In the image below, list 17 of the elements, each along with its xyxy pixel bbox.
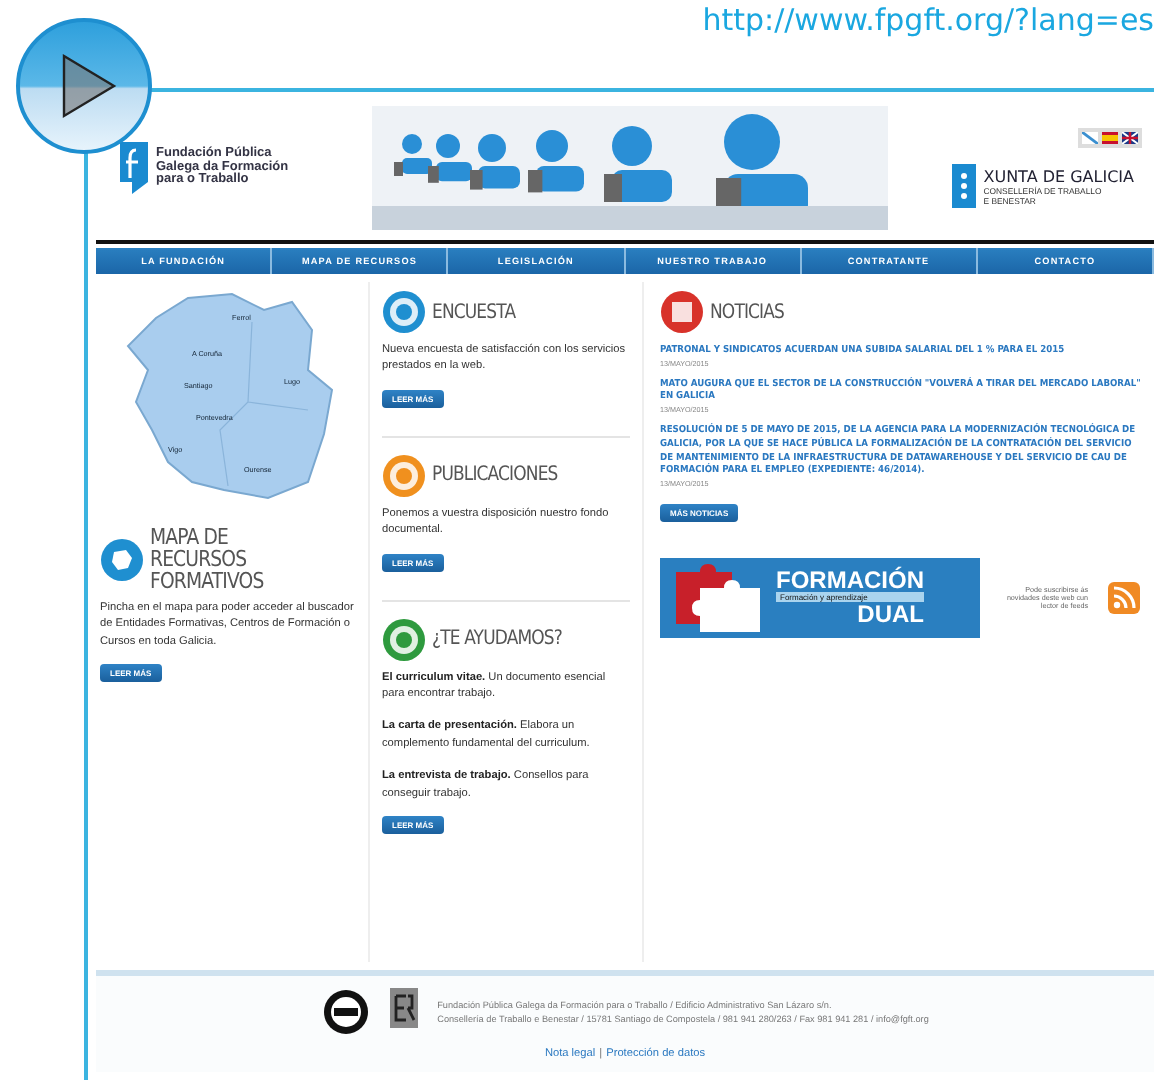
puzzle-icon xyxy=(672,563,764,632)
section-title: PUBLICACIONES xyxy=(432,464,558,487)
section-title: ¿TE AYUDAMOS? xyxy=(432,628,562,651)
banner-subtitle: DUAL xyxy=(857,602,924,627)
xunta-title: XUNTA DE GALICIA xyxy=(983,167,1134,185)
play-button[interactable] xyxy=(14,16,154,156)
flag-icon[interactable] xyxy=(1122,132,1138,144)
map-icon xyxy=(100,537,144,581)
section-title: NOTICIAS xyxy=(710,301,784,323)
shield-icon xyxy=(951,164,976,208)
section-title: MAPA DE RECURSOS FORMATIVOS xyxy=(150,526,266,592)
logo-icon xyxy=(120,142,148,194)
certification-seal-icon xyxy=(321,988,370,1036)
url-text: http://www.fpgft.org/?lang=es xyxy=(702,2,1154,38)
banner-title: FORMACIÓN xyxy=(776,568,924,593)
section-title: ENCUESTA xyxy=(432,301,516,323)
rss-icon[interactable] xyxy=(1108,581,1140,614)
